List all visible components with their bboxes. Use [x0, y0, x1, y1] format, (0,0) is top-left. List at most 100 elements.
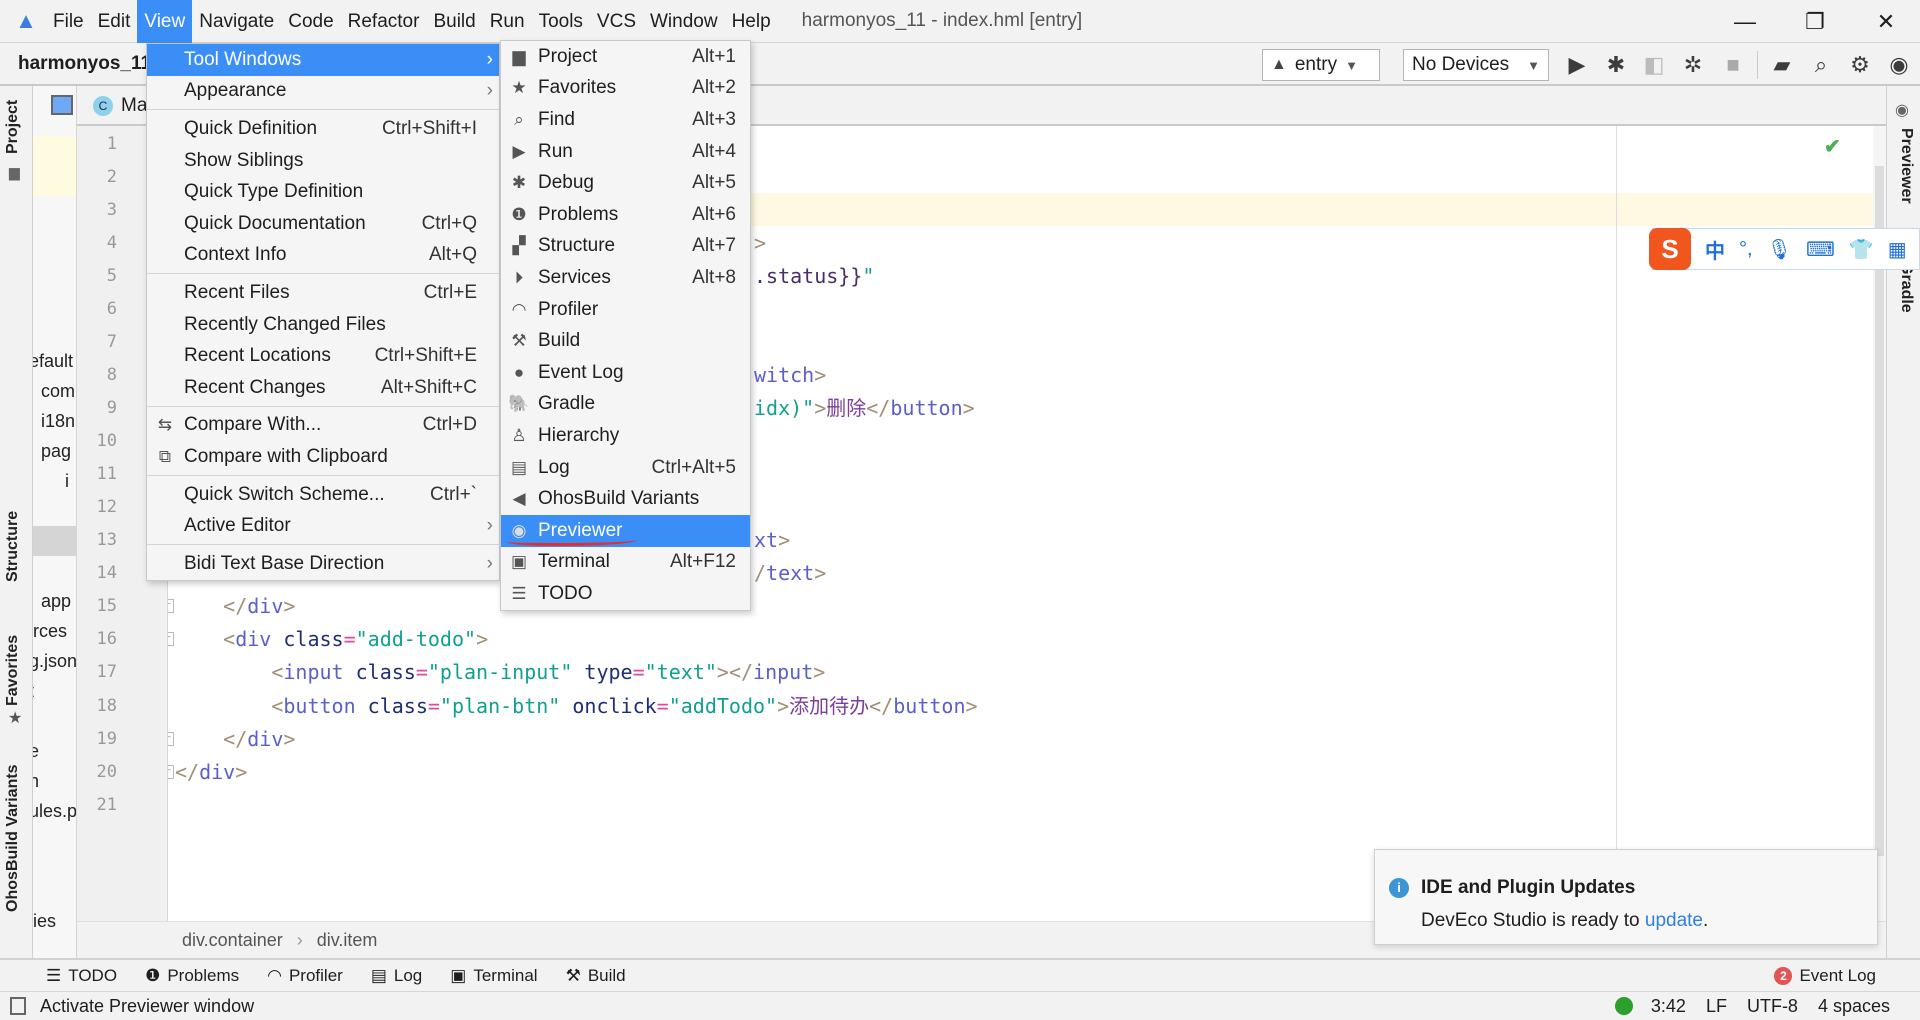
tab-event-log[interactable]: 2 Event Log — [1774, 966, 1876, 986]
device-selector[interactable]: No Devices ▼ — [1403, 49, 1549, 81]
fold-marker-icon[interactable]: − — [168, 632, 174, 647]
keyboard-icon[interactable]: ⌨ — [1806, 237, 1835, 262]
menu-item-find[interactable]: ⌕ Find Alt+3 — [501, 104, 750, 136]
menu-item-quick-type-definition[interactable]: Quick Type Definition — [147, 176, 499, 208]
menu-item-structure[interactable]: ▞ Structure Alt+7 — [501, 231, 750, 263]
menu-window[interactable]: Window — [643, 0, 725, 43]
code-line[interactable]: </div> — [175, 723, 295, 756]
tab-ohosbuild-variants[interactable]: OhosBuild Variants — [4, 764, 22, 912]
punctuation-icon[interactable]: °, — [1739, 238, 1753, 261]
menu-item-context-info[interactable]: Context Info Alt+Q — [147, 240, 499, 272]
fold-marker-icon[interactable]: − — [168, 599, 174, 614]
apps-icon[interactable]: ▦ — [1888, 237, 1907, 262]
menu-item-active-editor[interactable]: Active Editor › — [147, 510, 499, 542]
menu-run[interactable]: Run — [483, 0, 532, 43]
tree-item[interactable]: efault — [33, 351, 73, 372]
tree-item[interactable]: e — [33, 741, 39, 762]
menu-vcs[interactable]: VCS — [590, 0, 643, 43]
update-link[interactable]: update — [1645, 910, 1703, 931]
code-line[interactable]: </div> — [175, 756, 247, 789]
indent-setting[interactable]: 4 spaces — [1818, 996, 1890, 1017]
tab-terminal[interactable]: ▣ Terminal — [450, 966, 537, 986]
breadcrumb-item[interactable]: div.item — [317, 930, 378, 951]
menu-build[interactable]: Build — [426, 0, 482, 43]
menu-item-previewer[interactable]: ◉ Previewer — [501, 514, 750, 547]
module-selector[interactable]: ▲ entry ▼ — [1262, 49, 1380, 81]
menu-item-compare-with[interactable]: ⇆ Compare With... Ctrl+D — [147, 410, 499, 442]
tab-profiler[interactable]: ◠ Profiler — [267, 966, 343, 986]
caret-position[interactable]: 3:42 — [1651, 996, 1686, 1017]
menu-item-favorites[interactable]: ★ Favorites Alt+2 — [501, 73, 750, 105]
menu-code[interactable]: Code — [281, 0, 340, 43]
fold-marker-icon[interactable]: − — [168, 731, 174, 746]
microphone-icon[interactable]: 🎙 — [1767, 237, 1792, 262]
menu-item-gradle[interactable]: 🐘 Gradle — [501, 389, 750, 421]
tree-item[interactable]: rces — [33, 621, 67, 642]
menu-item-quick-definition[interactable]: Quick Definition Ctrl+Shift+I — [147, 113, 499, 145]
ime-mode[interactable]: 中 — [1705, 235, 1725, 264]
menu-item-recent-locations[interactable]: Recent Locations Ctrl+Shift+E — [147, 340, 499, 372]
debug-icon[interactable]: ✱ — [1601, 51, 1631, 79]
menu-item-recently-changed-files[interactable]: Recently Changed Files — [147, 309, 499, 341]
menu-item-tool-windows[interactable]: Tool Windows › — [147, 44, 499, 76]
menu-item-todo[interactable]: ☰ TODO — [501, 578, 750, 610]
menu-item-recent-changes[interactable]: Recent Changes Alt+Shift+C — [147, 372, 499, 404]
menu-item-bidi-text-base-direction[interactable]: Bidi Text Base Direction › — [147, 548, 499, 580]
breadcrumb-item[interactable]: div.container — [182, 930, 283, 951]
code-line[interactable]: </div> — [175, 590, 295, 623]
code-fragment[interactable]: .status}}" — [754, 260, 874, 293]
menu-item-appearance[interactable]: Appearance › — [147, 76, 499, 108]
menu-view[interactable]: View — [137, 0, 193, 43]
tree-item[interactable]: com — [41, 381, 75, 402]
gear-icon[interactable]: ⚙ — [1845, 51, 1875, 79]
tree-item[interactable]: i18n — [41, 411, 75, 432]
code-fragment[interactable]: > — [754, 227, 766, 260]
code-fragment[interactable]: xt> — [754, 524, 790, 557]
attach-debugger-icon[interactable]: ◧ — [1639, 51, 1669, 79]
window-toggle-icon[interactable] — [10, 997, 26, 1015]
tab-structure[interactable]: Structure — [4, 511, 22, 582]
tab-problems[interactable]: ❶ Problems — [145, 966, 239, 986]
minimize-icon[interactable]: — — [1715, 0, 1775, 43]
menu-item-quick-documentation[interactable]: Quick Documentation Ctrl+Q — [147, 208, 499, 240]
editor-tab[interactable]: C Ma — [93, 86, 147, 126]
menu-item-services[interactable]: ⏵ Services Alt+8 — [501, 262, 750, 294]
menu-refactor[interactable]: Refactor — [341, 0, 427, 43]
project-structure-icon[interactable]: ▰ — [1767, 51, 1797, 79]
tab-build[interactable]: ⚒ Build — [566, 966, 626, 986]
menu-item-log[interactable]: ▤ Log Ctrl+Alt+5 — [501, 452, 750, 484]
menu-item-project[interactable]: ▆ Project Alt+1 — [501, 41, 750, 73]
tab-previewer[interactable]: Previewer — [1897, 128, 1915, 204]
tab-todo[interactable]: ☰ TODO — [46, 966, 117, 986]
menu-item-recent-files[interactable]: Recent Files Ctrl+E — [147, 277, 499, 309]
menu-item-terminal[interactable]: ▣ Terminal Alt+F12 — [501, 547, 750, 579]
menu-item-problems[interactable]: ❶ Problems Alt+6 — [501, 199, 750, 231]
line-separator[interactable]: LF — [1706, 996, 1727, 1017]
tree-item[interactable]: app — [41, 591, 71, 612]
menu-item-show-siblings[interactable]: Show Siblings — [147, 145, 499, 177]
menu-item-profiler[interactable]: ◠ Profiler — [501, 294, 750, 326]
tree-item[interactable]: g.json — [33, 651, 76, 672]
menu-item-run[interactable]: ▶ Run Alt+4 — [501, 136, 750, 168]
tree-item[interactable]: pag — [41, 441, 71, 462]
run-icon[interactable]: ▶ — [1562, 51, 1592, 79]
tree-item[interactable]: i — [65, 471, 69, 492]
close-icon[interactable]: ✕ — [1856, 0, 1916, 43]
tree-item[interactable]: t — [33, 681, 34, 702]
menu-tools[interactable]: Tools — [532, 0, 590, 43]
tree-item[interactable]: ules.p — [33, 801, 76, 822]
tab-log[interactable]: ▤ Log — [371, 966, 422, 986]
tree-item[interactable]: n — [33, 771, 39, 792]
menu-item-hierarchy[interactable]: ♙ Hierarchy — [501, 420, 750, 452]
menu-item-quick-switch-scheme[interactable]: Quick Switch Scheme... Ctrl+` — [147, 479, 499, 511]
file-encoding[interactable]: UTF-8 — [1747, 996, 1798, 1017]
search-icon[interactable]: ⌕ — [1806, 51, 1836, 79]
code-line[interactable]: <div class="add-todo"> — [175, 623, 488, 656]
menu-navigate[interactable]: Navigate — [192, 0, 281, 43]
menu-item-event-log[interactable]: ● Event Log — [501, 357, 750, 389]
code-line[interactable]: <button class="plan-btn" onclick="addTod… — [175, 690, 977, 723]
fold-marker-icon[interactable]: − — [168, 764, 174, 779]
project-name[interactable]: harmonyos_11 — [18, 53, 151, 75]
menu-item-ohosbuild-variants[interactable]: ◀ OhosBuild Variants — [501, 483, 750, 515]
code-fragment[interactable]: witch> — [754, 359, 826, 392]
